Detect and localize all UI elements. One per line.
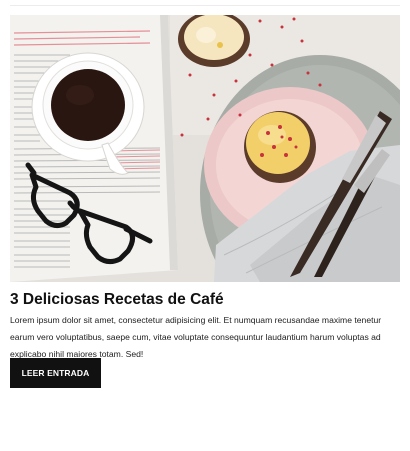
top-divider [10,5,400,6]
cupcake-plate-prop [244,111,316,183]
post-featured-image[interactable] [10,15,400,282]
post-excerpt: Lorem ipsum dolor sit amet, consectetur … [10,315,382,359]
read-more-button[interactable]: LEER ENTRADA [10,358,101,388]
blog-post-card: 3 Deliciosas Recetas de Café Lorem ipsum… [10,15,400,388]
post-title[interactable]: 3 Deliciosas Recetas de Café [10,290,400,310]
